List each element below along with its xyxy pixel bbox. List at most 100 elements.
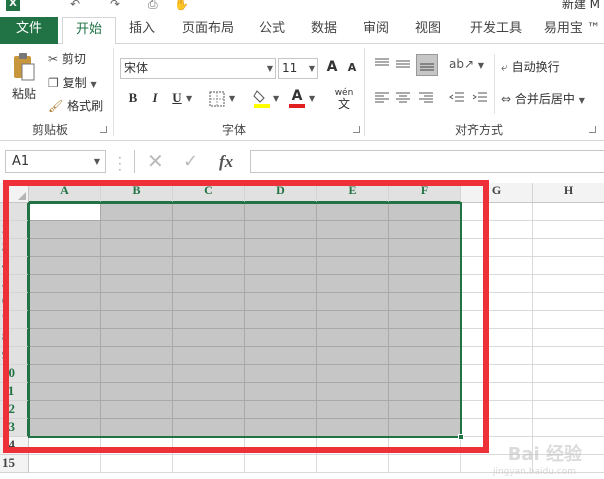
undo-icon[interactable]: ↶: [70, 0, 80, 11]
redo-icon[interactable]: ↷: [110, 0, 120, 11]
grow-font-button[interactable]: A: [323, 59, 341, 77]
cell[interactable]: [29, 311, 101, 329]
cell[interactable]: [317, 257, 389, 275]
cell[interactable]: [317, 365, 389, 383]
name-box[interactable]: A1 ▼: [5, 150, 106, 173]
cell[interactable]: [533, 329, 604, 347]
cell[interactable]: [173, 383, 245, 401]
clipboard-launcher-icon[interactable]: [100, 126, 107, 133]
align-right-button[interactable]: [418, 91, 434, 109]
row-header-7[interactable]: 7: [0, 311, 29, 329]
cell[interactable]: [461, 419, 533, 437]
cell[interactable]: [317, 455, 389, 473]
cell[interactable]: [245, 203, 317, 221]
cell[interactable]: [389, 311, 461, 329]
alignment-launcher-icon[interactable]: [589, 126, 596, 133]
cell[interactable]: [389, 437, 461, 455]
copy-button[interactable]: ❐ 复制 ▼: [48, 75, 97, 93]
cell[interactable]: [317, 293, 389, 311]
cell[interactable]: [101, 293, 173, 311]
merge-center-button[interactable]: ⇔ 合并后居中 ▼: [501, 91, 585, 109]
cell[interactable]: [389, 239, 461, 257]
cell[interactable]: [173, 437, 245, 455]
cell[interactable]: [389, 455, 461, 473]
cell[interactable]: [461, 383, 533, 401]
cell[interactable]: [317, 401, 389, 419]
cell[interactable]: [101, 383, 173, 401]
font-size-select[interactable]: 11 ▼: [278, 58, 318, 79]
cell[interactable]: [29, 383, 101, 401]
cell[interactable]: [389, 383, 461, 401]
cell[interactable]: [245, 257, 317, 275]
tab-view[interactable]: 视图: [406, 17, 450, 44]
orientation-button[interactable]: ab↗ ▼: [449, 56, 484, 74]
cell[interactable]: [461, 203, 533, 221]
insert-function-icon[interactable]: fx: [219, 150, 233, 173]
resize-handle-icon[interactable]: · · ·: [118, 152, 122, 176]
cell[interactable]: [173, 329, 245, 347]
cell[interactable]: [461, 329, 533, 347]
cell[interactable]: [317, 329, 389, 347]
cell[interactable]: [533, 419, 604, 437]
cell[interactable]: [389, 401, 461, 419]
cell[interactable]: [245, 437, 317, 455]
row-header-4[interactable]: 4: [0, 257, 29, 275]
wrap-text-button[interactable]: ⤶ 自动换行: [501, 59, 560, 75]
column-header-f[interactable]: F: [389, 183, 461, 203]
cell[interactable]: [317, 239, 389, 257]
cell[interactable]: [389, 293, 461, 311]
cell[interactable]: [245, 347, 317, 365]
cell[interactable]: [101, 437, 173, 455]
cell[interactable]: [101, 275, 173, 293]
cell[interactable]: [101, 365, 173, 383]
cell[interactable]: [245, 419, 317, 437]
cell[interactable]: [101, 203, 173, 221]
cell[interactable]: [29, 203, 101, 221]
cell[interactable]: [101, 239, 173, 257]
cell[interactable]: [101, 347, 173, 365]
cell[interactable]: [173, 293, 245, 311]
cell[interactable]: [29, 401, 101, 419]
align-top-button[interactable]: [374, 57, 390, 75]
cell[interactable]: [461, 275, 533, 293]
cell[interactable]: [389, 365, 461, 383]
cell[interactable]: [173, 419, 245, 437]
font-color-button[interactable]: A: [289, 88, 305, 108]
cell[interactable]: [29, 329, 101, 347]
cell[interactable]: [317, 203, 389, 221]
cell[interactable]: [173, 455, 245, 473]
align-bottom-button[interactable]: [416, 54, 438, 76]
cell[interactable]: [245, 239, 317, 257]
cell[interactable]: [245, 455, 317, 473]
column-header-b[interactable]: B: [101, 183, 173, 203]
cell[interactable]: [461, 401, 533, 419]
cell[interactable]: [389, 329, 461, 347]
cell[interactable]: [173, 257, 245, 275]
cell[interactable]: [101, 455, 173, 473]
cancel-icon[interactable]: ✕: [147, 150, 164, 173]
cell[interactable]: [29, 221, 101, 239]
column-header-d[interactable]: D: [245, 183, 317, 203]
row-header-2[interactable]: 2: [0, 221, 29, 239]
cell[interactable]: [533, 401, 604, 419]
cell[interactable]: [389, 203, 461, 221]
print-preview-icon[interactable]: ⎙: [148, 0, 158, 11]
cell[interactable]: [29, 275, 101, 293]
row-header-12[interactable]: 12: [0, 401, 29, 419]
row-header-8[interactable]: 8: [0, 329, 29, 347]
cell[interactable]: [29, 293, 101, 311]
chevron-down-icon[interactable]: ▼: [229, 91, 235, 107]
cell[interactable]: [29, 455, 101, 473]
font-name-select[interactable]: 宋体 ▼: [120, 58, 276, 79]
cell[interactable]: [29, 257, 101, 275]
cell[interactable]: [245, 275, 317, 293]
row-header-15[interactable]: 15: [0, 455, 29, 473]
tab-formulas[interactable]: 公式: [250, 17, 294, 44]
cell[interactable]: [533, 275, 604, 293]
worksheet-grid[interactable]: A B C D E F G H 1 2 3 4 5 6 7 8 9 10 11 12 13 14 15: [0, 180, 604, 479]
cell[interactable]: [317, 311, 389, 329]
cell[interactable]: [317, 275, 389, 293]
column-header-c[interactable]: C: [173, 183, 245, 203]
cell[interactable]: [389, 257, 461, 275]
align-middle-button[interactable]: [395, 57, 411, 75]
